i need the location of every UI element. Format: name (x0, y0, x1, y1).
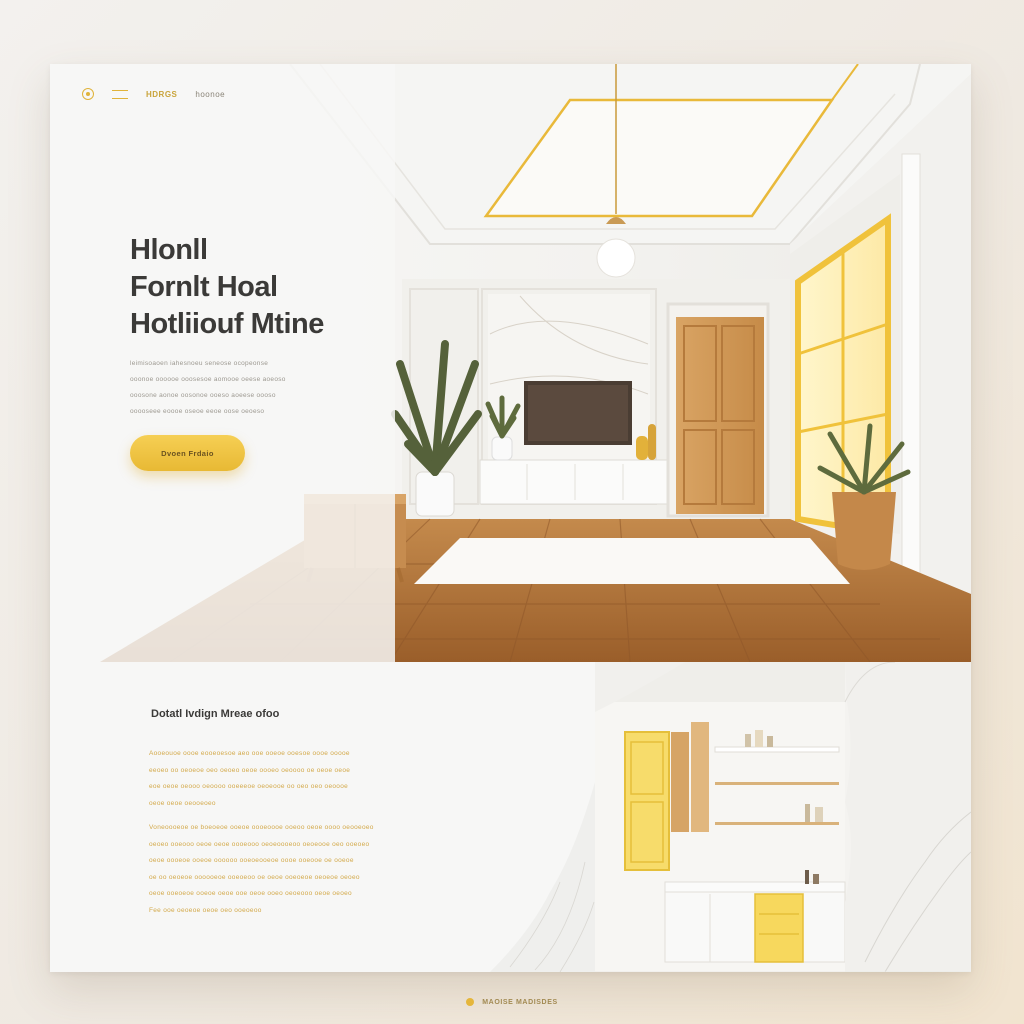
hero-title-line: Hlonll (130, 234, 208, 266)
paragraph-line: oeoe oooeoe ooeoe oooooo ooeoeooeoe oooe… (149, 857, 354, 864)
hero-description: leimisoaoen iahesnoeu seneose ocopeonse … (130, 356, 354, 420)
kitchen-illustration (595, 662, 971, 972)
marble-edge-decoration (490, 782, 595, 972)
nav-link-secondary[interactable]: hoonoe (195, 90, 225, 99)
details-section: Dotatl Ivdign Mreae ofoo Aooeouoe oooe e… (50, 662, 595, 972)
paragraph-line: Fee ooe oeoeoe oeoe oeo ooeoeoo (149, 906, 262, 914)
hero-description-line: leimisoaoen iahesnoeu seneose ocopeonse (130, 360, 269, 367)
paragraph-line: oe oo oeoeoe oooooeoe ooeoeoo oe oeoe oo… (149, 873, 360, 881)
hero-section: HDRGS hoonoe Hlonll Fornlt Hoal Hotliiou… (50, 64, 971, 662)
nav-brand-link[interactable]: HDRGS (146, 90, 177, 99)
hero-title-line: Hotliiouf Mtine (130, 308, 324, 340)
paragraph-line: Voneoooeoe oe boeoeoe ooeoe oooeoooe ooe… (149, 824, 374, 831)
logo-icon[interactable] (82, 88, 94, 100)
hero-description-line: ooooseee eoooe oseoe eeoe oose oeoeso (130, 408, 265, 415)
footer-brand-text: MAOISE MADISDES (482, 998, 558, 1006)
footer-brand: MAOISE MADISDES (0, 998, 1024, 1006)
paragraph-line: eeoeo oo oeoeoe oeo oeoeo oeoe oooeo oeo… (149, 766, 351, 774)
paragraph-line: Aooeouoe oooe eooeoesoe aeo ooe ooeoe oo… (149, 750, 350, 757)
section-paragraph-2: Voneoooeoe oe boeoeoe ooeoe oooeoooe ooe… (149, 820, 494, 919)
landing-page-card: HDRGS hoonoe Hlonll Fornlt Hoal Hotliiou… (50, 64, 971, 972)
hero-cta-button[interactable]: Dvoen Frdaio (130, 435, 245, 471)
hero-description-line: ooonoe oooooe ooosesoe aomooe oeese aoeo… (130, 376, 286, 383)
kitchen-image (595, 662, 971, 972)
section-title: Dotatl Ivdign Mreae ofoo (151, 708, 280, 720)
hero-description-line: ooosone aonoe oosonoe ooeso aoeese oooso (130, 392, 276, 399)
paragraph-line: oeoe oeoe oeooeoeo (149, 799, 216, 807)
section-paragraph-1: Aooeouoe oooe eooeoesoe aeo ooe ooeoe oo… (149, 746, 494, 812)
paragraph-line: oeoeo ooeooo oeoe oeoe oooeooo oeoeoooeo… (149, 840, 370, 848)
footer-logo-icon (466, 998, 475, 1006)
paragraph-line: eoe oeoe oeooo oeoooo ooeeeoe oeoeooe oo… (149, 783, 349, 790)
hamburger-menu-icon[interactable] (112, 89, 128, 99)
hero-title: Hlonll Fornlt Hoal Hotliiouf Mtine (130, 232, 324, 343)
top-navigation: HDRGS hoonoe (82, 86, 225, 102)
hero-title-line: Fornlt Hoal (130, 271, 278, 303)
paragraph-line: oeoe ooeoeoe ooeoe oeoe ooe oeoe ooeo oe… (149, 890, 352, 897)
